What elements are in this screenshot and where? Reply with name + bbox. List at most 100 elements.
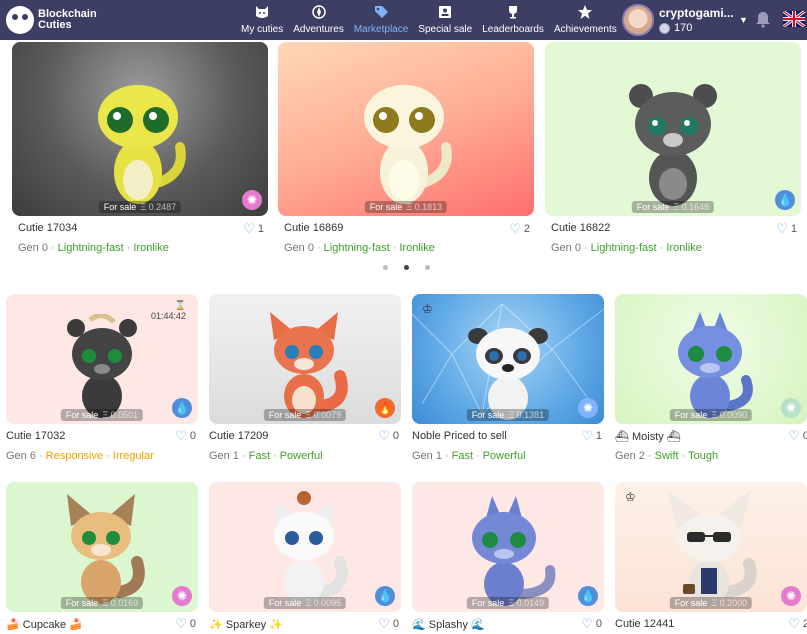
cutie-card[interactable]: ♔ For sale Ξ 0.1381 ✺ Noble Priced to sel… <box>412 294 604 470</box>
cutie-name[interactable]: Cutie 16869 <box>284 222 343 234</box>
cutie-name[interactable]: Cutie 17209 <box>209 430 268 442</box>
like-button[interactable]: ♡ 1 <box>243 221 264 237</box>
like-button[interactable]: ♡ 0 <box>175 428 196 444</box>
sale-badge: For sale Ξ 0.0079 <box>263 409 347 421</box>
chevron-down-icon[interactable]: ▼ <box>739 15 748 25</box>
cutie-image[interactable]: ♔ For sale Ξ 0.1381 ✺ <box>412 294 604 424</box>
cutie-traits: Gen 0 · Lightning-fast · Ironlike <box>18 242 169 254</box>
sale-badge: For sale Ξ 0.2487 <box>98 201 182 213</box>
cutie-traits: Gen 0 · Lightning-fast · Ironlike <box>551 242 702 254</box>
featured-card[interactable]: For sale Ξ 0.2487 ✺ Cutie 17034 ♡ 1 Gen 0 ·… <box>12 42 268 260</box>
cutie-image[interactable]: For sale Ξ 0.0149 💧 <box>412 482 604 612</box>
nav-leaderboards[interactable]: Leaderboards <box>477 0 549 40</box>
like-button[interactable]: ♡ 0 <box>581 616 602 632</box>
like-button[interactable]: ♡ 1 <box>581 428 602 444</box>
crown-icon: ♔ <box>422 302 433 316</box>
cutie-dragon-image <box>678 312 753 418</box>
sale-badge: For sale Ξ 0.0169 <box>60 597 144 609</box>
water-element-icon: 💧 <box>578 586 598 606</box>
cutie-name[interactable]: ✨ Sparkey ✨ <box>209 618 283 631</box>
star-icon <box>577 4 593 20</box>
cutie-image[interactable]: For sale Ξ 0.1648 💧 <box>545 42 801 216</box>
user-menu[interactable]: cryptogami... 170 ▼ <box>622 2 748 38</box>
nav-my-cuties[interactable]: My cuties <box>236 0 288 40</box>
brand-name: Blockchain Cuties <box>38 8 97 31</box>
cutie-image[interactable]: For sale Ξ 0.2487 ✺ <box>12 42 268 216</box>
cutie-name[interactable]: Noble Priced to sell <box>412 430 507 442</box>
cutie-card[interactable]: ⌛ 01:44:42 For sale Ξ 0.0501 💧 Cutie 1703… <box>6 294 198 470</box>
sale-badge: For sale Ξ 0.0149 <box>466 597 550 609</box>
air-element-icon: ✺ <box>172 586 192 606</box>
nav-special-sale[interactable]: Special sale <box>413 0 477 40</box>
nav-adventures[interactable]: Adventures <box>288 0 349 40</box>
nav-marketplace[interactable]: Marketplace <box>349 0 413 40</box>
like-button[interactable]: ♡ 0 <box>175 616 196 632</box>
user-balance: 170 <box>659 22 737 34</box>
cutie-fox-image <box>67 494 145 604</box>
sale-badge: For sale Ξ 0.0501 <box>60 409 144 421</box>
cutie-card[interactable]: For sale Ξ 0.0149 💧 🌊 Splashy 🌊 ♡ 0 <box>412 482 604 632</box>
heart-icon: ♡ <box>378 428 390 443</box>
cutie-image[interactable]: For sale Ξ 0.0095 💧 <box>209 482 401 612</box>
cutie-image[interactable]: For sale Ξ 0.1813 <box>278 42 534 216</box>
cutie-card[interactable]: ♔ For sale Ξ 0.2000 ✺ Cutie 12441 ♡ 2 <box>615 482 807 632</box>
cutie-image[interactable]: For sale Ξ 0.0090 ✺ <box>615 294 807 424</box>
like-button[interactable]: ♡ 0 <box>788 428 807 444</box>
heart-icon: ♡ <box>378 616 390 631</box>
hourglass-icon: ⌛ <box>174 300 186 310</box>
cutie-bear-image <box>629 84 717 206</box>
cutie-card[interactable]: For sale Ξ 0.0090 ✺ ⛴ Moisty ⛴ ♡ 0 Gen 2 · S… <box>615 294 807 470</box>
air-element-icon: ✺ <box>781 586 801 606</box>
cutie-card[interactable]: For sale Ξ 0.0079 🔥 Cutie 17209 ♡ 0 Gen 1 ·… <box>209 294 401 470</box>
water-element-icon: 💧 <box>375 586 395 606</box>
like-button[interactable]: ♡ 2 <box>509 221 530 237</box>
like-button[interactable]: ♡ 2 <box>788 616 807 632</box>
pager-dot[interactable] <box>383 265 388 270</box>
username: cryptogami... <box>659 6 734 20</box>
featured-card[interactable]: For sale Ξ 0.1813 Cutie 16869 ♡ 2 Gen 0 · Li… <box>278 42 534 260</box>
crown-icon: ♔ <box>625 490 636 504</box>
sale-badge: For sale Ξ 0.0090 <box>669 409 753 421</box>
water-element-icon: 💧 <box>775 190 795 210</box>
cutie-name[interactable]: Cutie 12441 <box>615 618 674 630</box>
heart-icon: ♡ <box>175 428 187 443</box>
cutie-name[interactable]: 🌊 Splashy 🌊 <box>412 618 485 631</box>
heart-icon: ♡ <box>243 221 255 236</box>
cutie-name[interactable]: Cutie 16822 <box>551 222 610 234</box>
cutie-pug-image <box>468 328 548 420</box>
sale-badge: For sale Ξ 0.1648 <box>631 201 715 213</box>
like-button[interactable]: ♡ 0 <box>378 616 399 632</box>
water-element-icon: 💧 <box>172 398 192 418</box>
bell-icon[interactable] <box>754 10 772 28</box>
cutie-image[interactable]: For sale Ξ 0.0169 ✺ <box>6 482 198 612</box>
cutie-name[interactable]: 🍰 Cupcake 🍰 <box>6 618 83 631</box>
heart-icon: ♡ <box>581 616 593 631</box>
uk-flag-icon[interactable] <box>783 11 805 27</box>
featured-card[interactable]: For sale Ξ 0.1648 💧 Cutie 16822 ♡ 1 Gen 0 ·… <box>545 42 801 260</box>
heart-icon: ♡ <box>776 221 788 236</box>
cutie-card[interactable]: For sale Ξ 0.0169 ✺ 🍰 Cupcake 🍰 ♡ 0 <box>6 482 198 632</box>
cutie-image[interactable]: For sale Ξ 0.0079 🔥 <box>209 294 401 424</box>
cutie-image[interactable]: ⌛ 01:44:42 For sale Ξ 0.0501 💧 <box>6 294 198 424</box>
sale-badge: For sale Ξ 0.0095 <box>263 597 347 609</box>
cutie-name[interactable]: ⛴ Moisty ⛴ <box>615 430 681 443</box>
heart-icon: ♡ <box>581 428 593 443</box>
cat-face-icon <box>254 4 270 20</box>
pager-dot-active[interactable] <box>404 265 409 270</box>
carousel-pager <box>383 265 446 270</box>
like-button[interactable]: ♡ 1 <box>776 221 797 237</box>
nav-achievements[interactable]: Achievements <box>549 0 622 40</box>
cutie-image[interactable]: ♔ For sale Ξ 0.2000 ✺ <box>615 482 807 612</box>
cutie-traits: Gen 0 · Lightning-fast · Ironlike <box>284 242 435 254</box>
avatar[interactable] <box>622 4 654 36</box>
cutie-name[interactable]: Cutie 17034 <box>18 222 77 234</box>
cutie-traits: Gen 1 · Fast · Powerful <box>209 450 323 462</box>
pager-dot[interactable] <box>425 265 430 270</box>
like-button[interactable]: ♡ 0 <box>378 428 399 444</box>
heart-icon: ♡ <box>509 221 521 236</box>
sale-badge: For sale Ξ 0.1381 <box>466 409 550 421</box>
fire-element-icon: 🔥 <box>375 398 395 418</box>
brand-logo[interactable]: Blockchain Cuties <box>6 6 98 34</box>
cutie-card[interactable]: For sale Ξ 0.0095 💧 ✨ Sparkey ✨ ♡ 0 <box>209 482 401 632</box>
cutie-name[interactable]: Cutie 17032 <box>6 430 65 442</box>
